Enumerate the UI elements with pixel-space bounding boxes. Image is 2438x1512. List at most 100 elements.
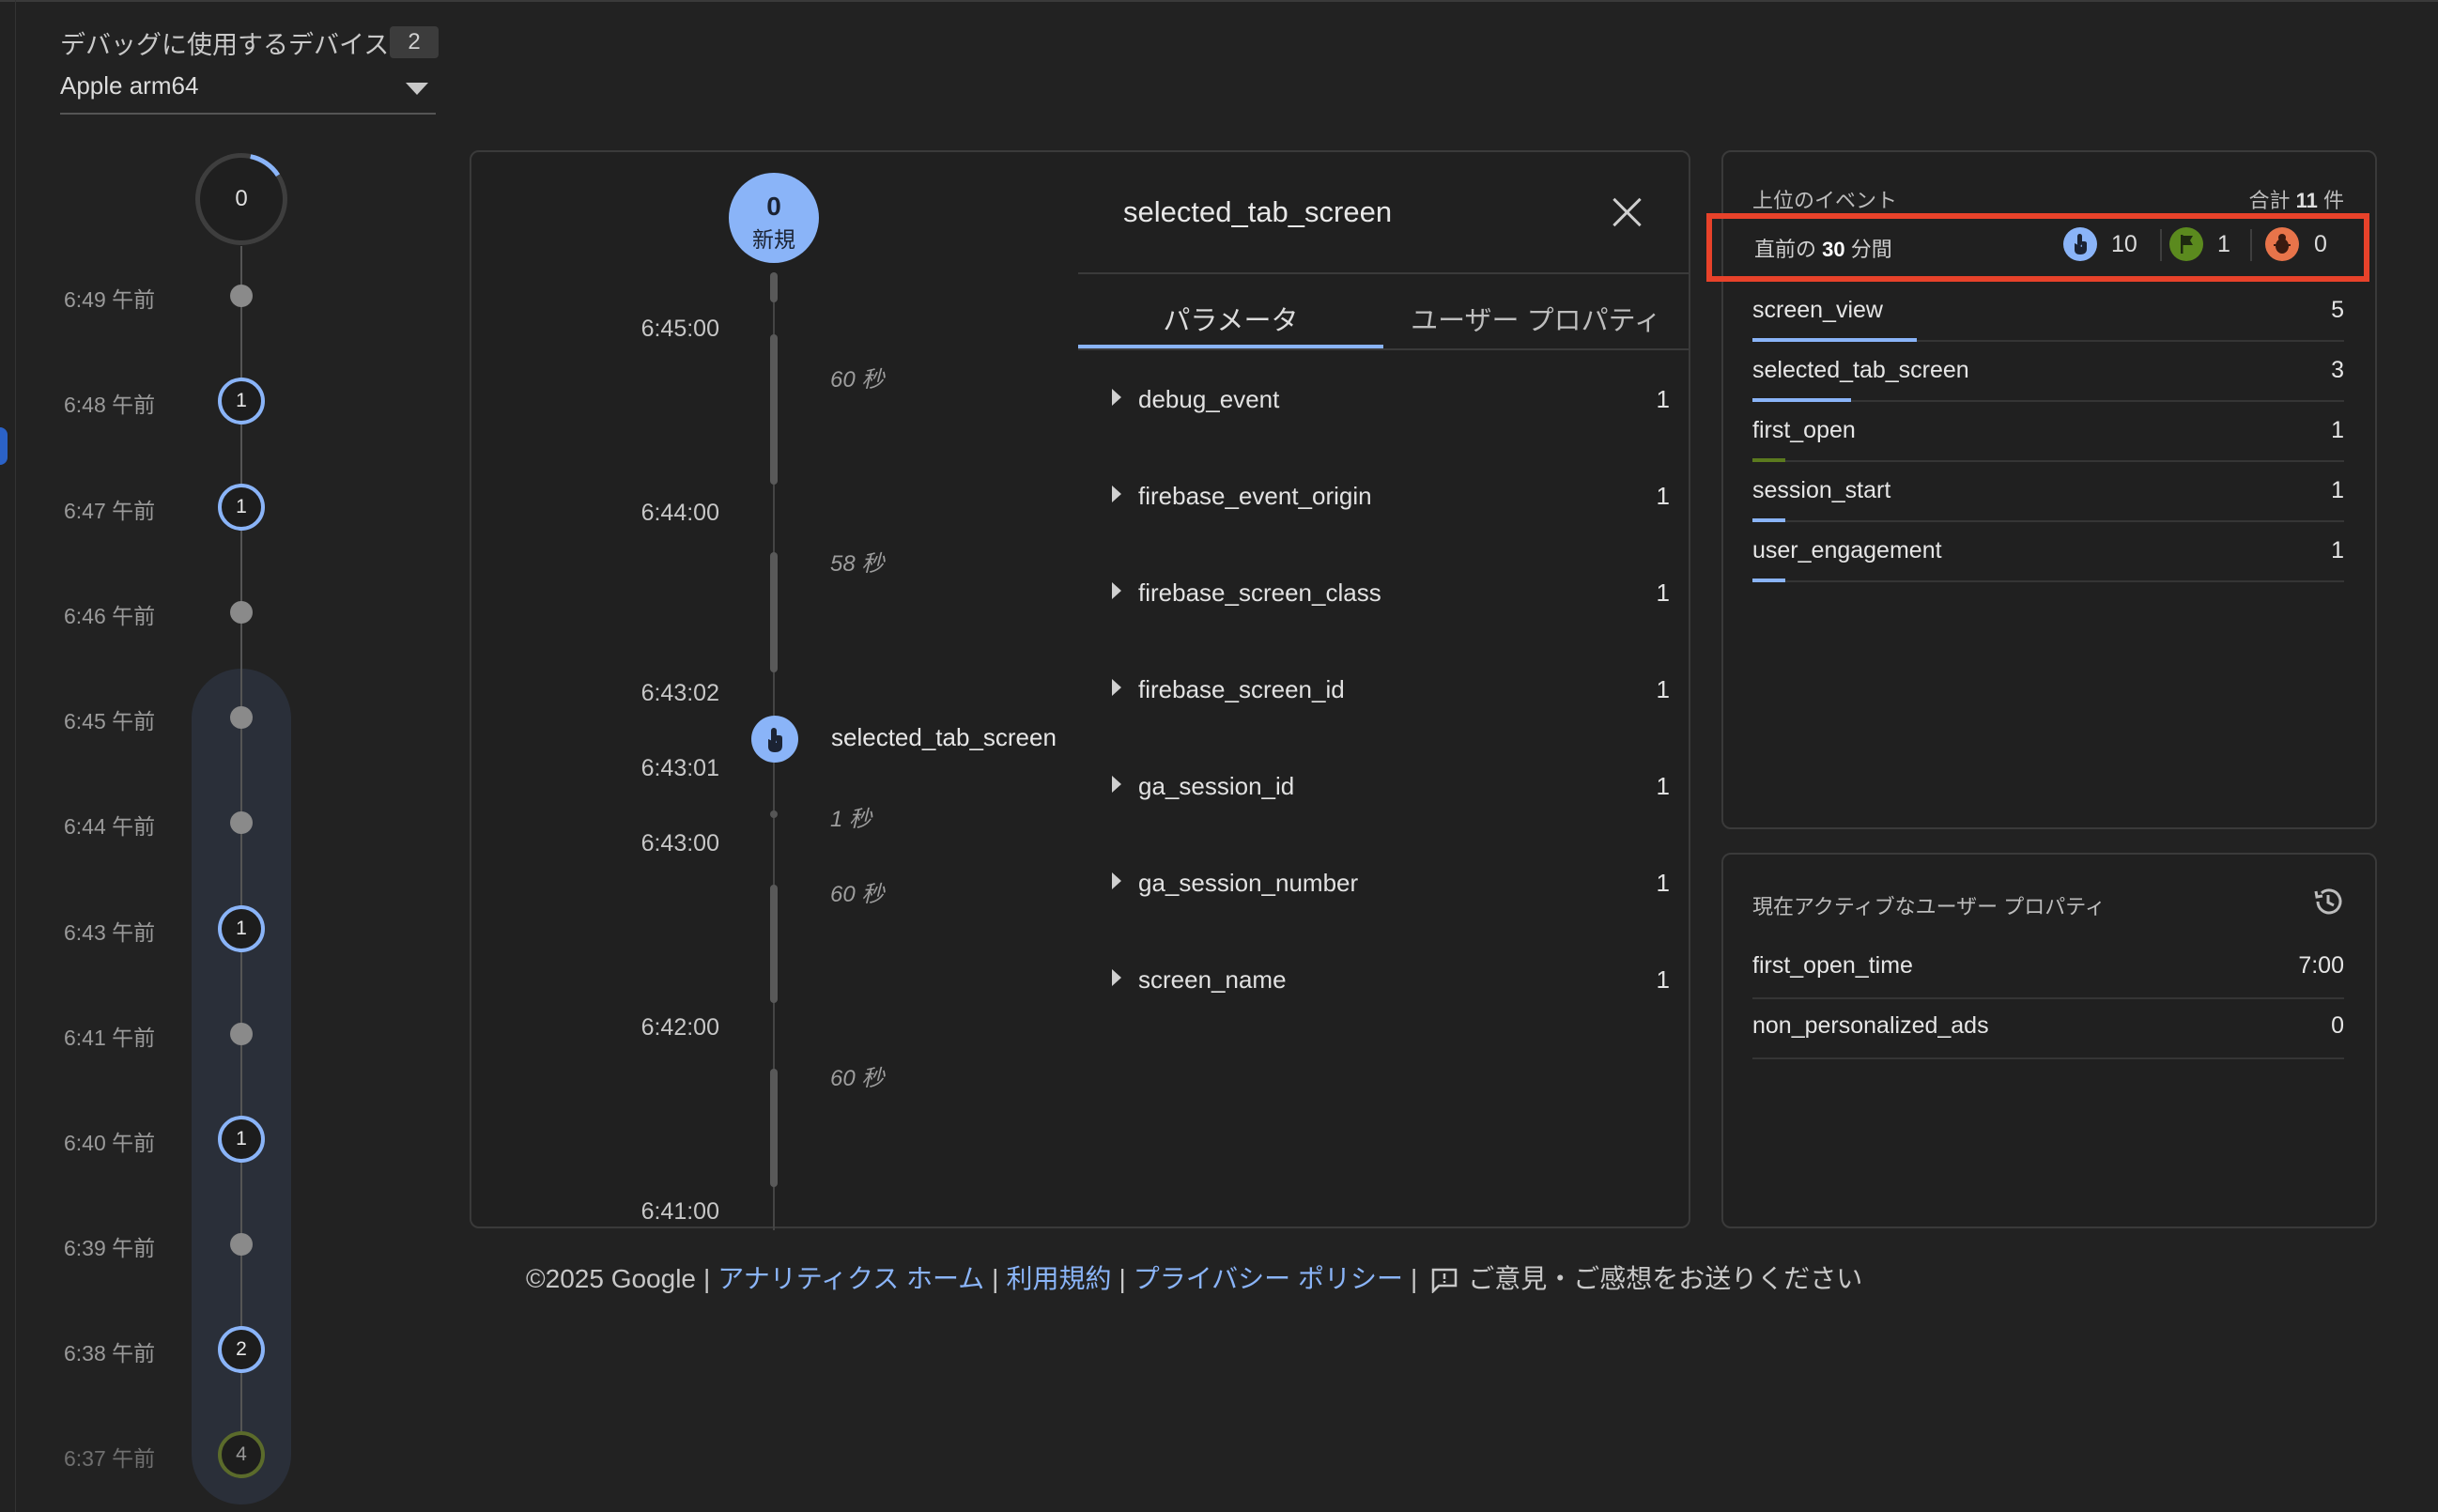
parameter-row[interactable]: ga_session_id 1	[1078, 759, 1670, 815]
parameter-name: firebase_event_origin	[1138, 482, 1372, 510]
history-icon[interactable]	[2310, 884, 2346, 919]
parameter-row[interactable]: firebase_screen_class 1	[1078, 565, 1670, 622]
minute-empty-dot	[230, 1233, 253, 1256]
minute-row[interactable]: 6:47 午前 1	[0, 484, 310, 531]
parameter-row[interactable]: debug_event 1	[1078, 372, 1670, 428]
parameter-row[interactable]: firebase_screen_id 1	[1078, 662, 1670, 718]
minute-row[interactable]: 6:37 午前 4	[0, 1431, 310, 1478]
user-property-name: first_open_time	[1752, 952, 1913, 979]
parameter-value: 1	[1656, 965, 1670, 994]
top-event-count: 3	[2331, 357, 2344, 383]
minute-event-badge[interactable]: 1	[218, 378, 265, 424]
seconds-marker	[770, 810, 778, 818]
minute-row[interactable]: 6:49 午前	[0, 272, 310, 319]
parameter-row[interactable]: screen_name 1	[1078, 952, 1670, 1009]
minute-row[interactable]: 6:40 午前 1	[0, 1116, 310, 1163]
minute-row[interactable]: 6:48 午前 1	[0, 378, 310, 424]
close-icon[interactable]	[1609, 193, 1646, 231]
top-event-row[interactable]: user_engagement 1	[1752, 524, 2344, 582]
top-event-row[interactable]: screen_view 5	[1752, 284, 2344, 342]
top-event-count: 1	[2331, 417, 2344, 443]
top-event-bar	[1752, 398, 1851, 402]
parameter-row[interactable]: firebase_event_origin 1	[1078, 469, 1670, 525]
debugview-page: デバッグに使用するデバイス 2 Apple arm64 0 6:49 午前 6:4…	[0, 0, 2438, 1512]
expand-arrow-icon	[1112, 679, 1121, 696]
top-divider	[0, 0, 2438, 2]
total-prefix: 合計	[2248, 189, 2291, 212]
seconds-segment	[770, 272, 778, 302]
minute-empty-dot	[230, 601, 253, 624]
seconds-time: 6:42:00	[640, 1014, 719, 1041]
minute-time: 6:43 午前	[64, 920, 156, 945]
minute-row[interactable]: 6:46 午前	[0, 589, 310, 636]
seconds-time: 6:43:01	[640, 755, 719, 781]
parameter-row[interactable]: ga_session_number 1	[1078, 856, 1670, 912]
footer-link-privacy[interactable]: プライバシー ポリシー	[1134, 1264, 1403, 1293]
minute-event-badge[interactable]: 1	[218, 905, 265, 952]
minute-time: 6:45 午前	[64, 709, 156, 733]
top-events-title: 上位のイベント	[1752, 189, 1898, 212]
summary-minutes: 30	[1822, 238, 1845, 261]
seconds-time: 6:45:00	[640, 316, 719, 342]
top-event-bar	[1752, 338, 1917, 342]
feedback-icon[interactable]	[1430, 1267, 1458, 1295]
minute-event-badge[interactable]: 1	[218, 1116, 265, 1163]
top-event-name: first_open	[1752, 417, 1856, 443]
minute-row[interactable]: 6:43 午前 1	[0, 905, 310, 952]
left-edge-divider	[15, 0, 16, 1512]
gap-duration: 1 秒	[830, 807, 872, 832]
parameter-value: 1	[1656, 482, 1670, 510]
expand-arrow-icon	[1112, 389, 1121, 406]
stream-event-name[interactable]: selected_tab_screen	[831, 723, 1057, 752]
new-events-button[interactable]: 0 新規	[729, 173, 819, 263]
minute-time: 6:39 午前	[64, 1236, 156, 1260]
minute-event-badge[interactable]: 4	[218, 1431, 265, 1478]
parameter-value: 1	[1656, 772, 1670, 800]
minute-row[interactable]: 6:39 午前	[0, 1221, 310, 1268]
device-count-badge: 2	[390, 26, 439, 58]
minute-row[interactable]: 6:38 午前 2	[0, 1326, 310, 1373]
footer-feedback[interactable]: ご意見・ご感想をお送りください	[1468, 1264, 1862, 1293]
seconds-time: 6:43:02	[640, 680, 719, 706]
user-property-value: 0	[2331, 1012, 2344, 1039]
device-select-value: Apple arm64	[60, 71, 199, 100]
top-event-row[interactable]: selected_tab_screen 3	[1752, 344, 2344, 402]
minute-timeline-current[interactable]: 0	[195, 153, 287, 245]
minute-row[interactable]: 6:45 午前	[0, 694, 310, 741]
minute-time: 6:49 午前	[64, 287, 156, 312]
seconds-segment	[770, 885, 778, 1003]
user-property-name: non_personalized_ads	[1752, 1012, 1989, 1039]
footer-copyright: ©2025 Google	[526, 1264, 696, 1293]
user-property-value: 7:00	[2298, 952, 2344, 979]
parameter-name: ga_session_id	[1138, 772, 1295, 800]
minute-event-badge[interactable]: 2	[218, 1326, 265, 1373]
top-event-row[interactable]: first_open 1	[1752, 404, 2344, 462]
seconds-segment	[770, 552, 778, 672]
parameter-value: 1	[1656, 869, 1670, 897]
expand-arrow-icon	[1112, 582, 1121, 599]
minute-row[interactable]: 6:41 午前	[0, 1011, 310, 1057]
touch-icon[interactable]	[751, 716, 798, 763]
left-collapse-handle[interactable]	[0, 427, 8, 465]
summary-suffix: 分間	[1850, 238, 1892, 261]
top-event-count: 1	[2331, 537, 2344, 563]
minute-empty-dot	[230, 285, 253, 307]
top-event-name: screen_view	[1752, 297, 1883, 323]
parameter-value: 1	[1656, 385, 1670, 413]
detail-divider	[1078, 272, 1689, 274]
top-event-row[interactable]: session_start 1	[1752, 464, 2344, 522]
parameter-name: ga_session_number	[1138, 869, 1359, 897]
device-select[interactable]: Apple arm64	[60, 66, 436, 115]
minute-time: 6:41 午前	[64, 1026, 156, 1050]
tab-parameters[interactable]: パラメータ	[1078, 299, 1383, 338]
footer-link-analytics-home[interactable]: アナリティクス ホーム	[718, 1264, 984, 1293]
minute-event-badge[interactable]: 1	[218, 484, 265, 531]
minute-time: 6:40 午前	[64, 1131, 156, 1155]
minute-row[interactable]: 6:44 午前	[0, 799, 310, 846]
expand-arrow-icon	[1112, 872, 1121, 889]
expand-arrow-icon	[1112, 486, 1121, 502]
footer-link-terms[interactable]: 利用規約	[1006, 1264, 1111, 1293]
flag-icon	[2169, 227, 2203, 261]
tab-user-properties[interactable]: ユーザー プロパティ	[1383, 299, 1689, 338]
minute-time: 6:44 午前	[64, 814, 156, 839]
